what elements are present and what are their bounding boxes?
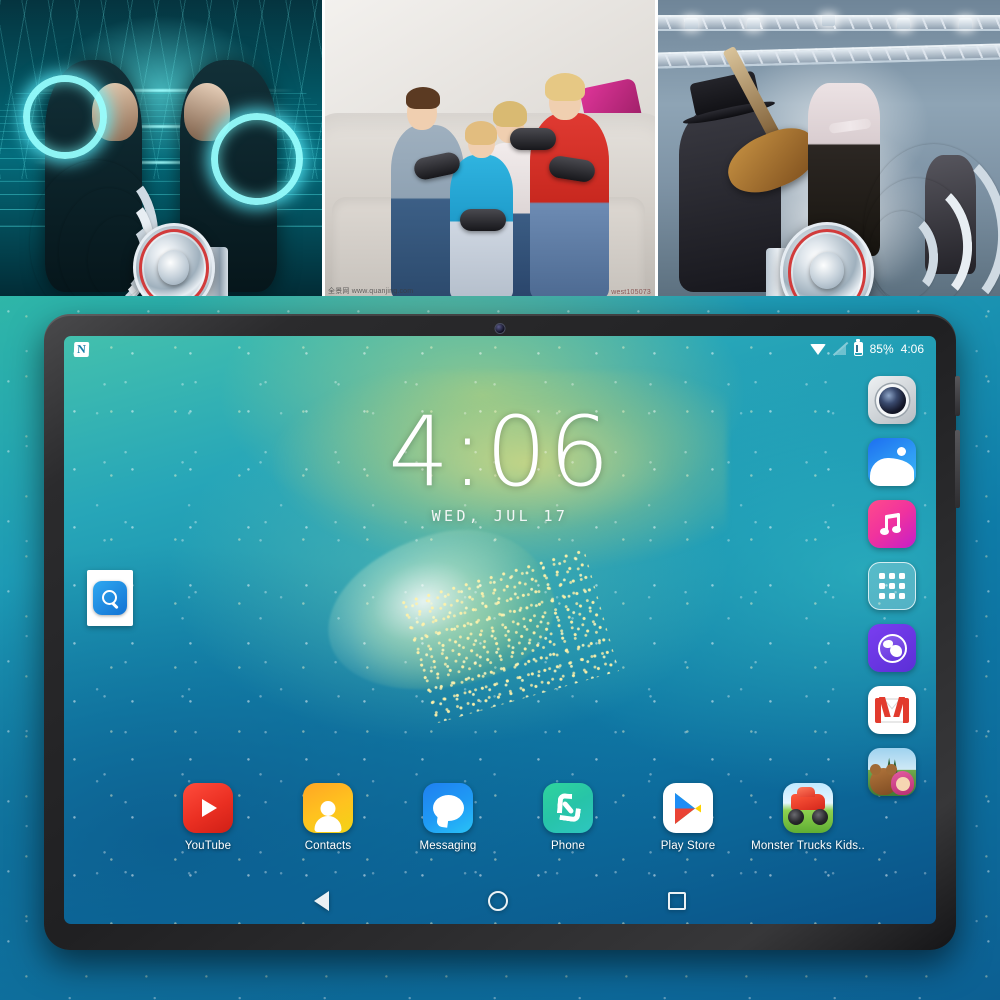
tablet-device: N 85% 4:06 4:06 WED, JUL 17 YouTube Cont… [44, 314, 960, 950]
identity-disc-icon [210, 113, 303, 206]
game-controller [509, 128, 556, 151]
identity-disc-icon [22, 74, 107, 159]
app-icon-music[interactable] [868, 500, 916, 548]
battery-icon [853, 342, 863, 356]
app-dock: YouTube Contacts Messaging Phone Play St… [64, 783, 936, 852]
person-icon[interactable] [303, 783, 353, 833]
music-note-icon [880, 512, 903, 535]
side-app-column [868, 376, 916, 796]
front-camera-icon [495, 324, 505, 333]
clock-widget[interactable]: 4:06 WED, JUL 17 [64, 396, 936, 526]
search-icon [102, 590, 118, 606]
back-triangle-icon[interactable] [313, 891, 329, 911]
status-bar-right: 85% 4:06 [809, 342, 924, 356]
handset-icon[interactable] [543, 783, 593, 833]
person-hair [545, 72, 586, 101]
dock-label-contacts: Contacts [304, 840, 352, 852]
dock-label-monster-trucks: Monster Trucks Kids.. [751, 840, 865, 852]
search-chip[interactable] [93, 581, 127, 615]
dock-app-phone[interactable]: Phone [508, 783, 628, 852]
stage-spotlight [958, 17, 972, 29]
monster-truck-icon[interactable] [783, 783, 833, 833]
watermark-left: 全景网 www.quanjing.com [328, 288, 414, 295]
promo-image-strip: 全景网 www.quanjing.com west105073 [0, 0, 1000, 298]
no-signal-icon [832, 343, 847, 355]
promo-panel-rock-concert [658, 0, 1000, 298]
dock-label-youtube: YouTube [184, 840, 232, 852]
notification-n-icon: N [73, 341, 90, 357]
performer-singer [808, 83, 881, 257]
search-widget[interactable] [87, 570, 133, 626]
dock-app-messaging[interactable]: Messaging [388, 783, 508, 852]
app-icon-camera[interactable] [868, 376, 916, 424]
app-icon-app-drawer[interactable] [868, 562, 916, 610]
singer-arms [828, 118, 871, 135]
clock-date: WED, JUL 17 [431, 507, 569, 526]
camera-icon [878, 386, 906, 414]
youtube-play-icon[interactable] [183, 783, 233, 833]
app-icon-browser[interactable] [868, 624, 916, 672]
promo-panel-family-gaming: 全景网 www.quanjing.com west105073 [325, 0, 655, 298]
status-bar-left: N [73, 341, 90, 357]
dock-app-monster-trucks[interactable]: Monster Trucks Kids.. [748, 783, 868, 852]
play-triangle-icon[interactable] [663, 783, 713, 833]
navigation-bar [64, 878, 936, 924]
status-bar: N 85% 4:06 [64, 336, 936, 362]
stage-spotlight [822, 14, 836, 26]
globe-icon [877, 633, 907, 663]
app-icon-gallery[interactable] [868, 438, 916, 486]
person-hair [493, 101, 528, 128]
stage-spotlight [897, 17, 911, 29]
home-circle-icon[interactable] [488, 891, 509, 911]
chat-bubble-icon[interactable] [423, 783, 473, 833]
clock-time: 4:06 [388, 396, 612, 508]
dock-app-contacts[interactable]: Contacts [268, 783, 388, 852]
dock-label-messaging: Messaging [419, 840, 477, 852]
envelope-m-icon [875, 696, 909, 723]
dock-label-play-store: Play Store [660, 840, 716, 852]
photos-hill [870, 458, 914, 486]
game-controller [460, 208, 507, 231]
tablet-screen: N 85% 4:06 4:06 WED, JUL 17 YouTube Cont… [64, 336, 936, 924]
stage-spotlight [746, 17, 760, 29]
stage-spotlight [685, 17, 699, 29]
dock-label-phone: Phone [550, 840, 585, 852]
watermark-right: west105073 [611, 289, 651, 296]
battery-percent: 85% [869, 342, 894, 356]
dock-app-play-store[interactable]: Play Store [628, 783, 748, 852]
app-icon-gmail[interactable] [868, 686, 916, 734]
photos-icon [897, 447, 906, 456]
person-hair [465, 120, 498, 145]
promo-panel-neon-racing [0, 0, 322, 298]
grid-apps-icon [879, 573, 885, 579]
recents-square-icon[interactable] [668, 892, 687, 910]
volume-button[interactable] [955, 430, 960, 508]
status-bar-clock: 4:06 [900, 342, 924, 356]
person-hair [405, 87, 440, 110]
tablet-stage-background: N 85% 4:06 4:06 WED, JUL 17 YouTube Cont… [0, 296, 1000, 1000]
performer-bassist [924, 154, 977, 275]
dock-app-youtube[interactable]: YouTube [148, 783, 268, 852]
power-button[interactable] [955, 376, 960, 416]
wifi-icon [809, 343, 826, 355]
